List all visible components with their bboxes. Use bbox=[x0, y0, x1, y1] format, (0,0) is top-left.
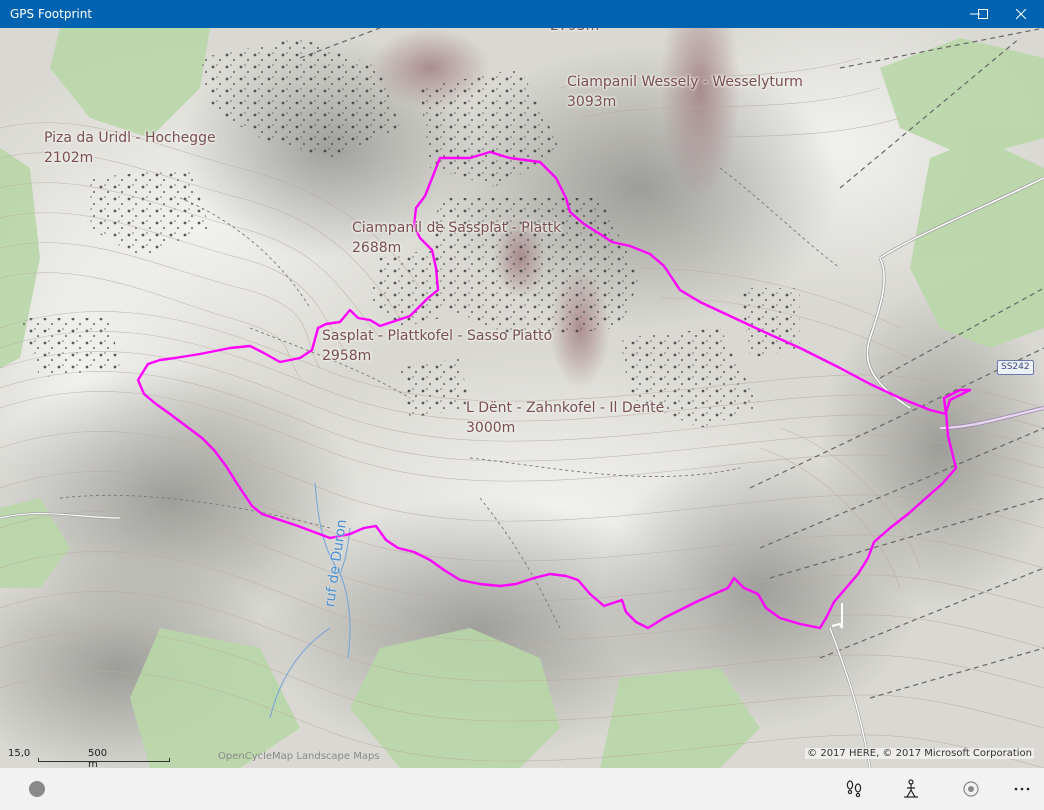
window-title: GPS Footprint bbox=[10, 7, 93, 21]
map-view[interactable]: 2793m Piza da Uridl - Hochegge 2102m Cia… bbox=[0, 28, 1044, 768]
map-label-name: Sasplat - Plattkofel - Sasso Piatto bbox=[322, 328, 553, 344]
locate-button[interactable] bbox=[953, 768, 989, 810]
more-button[interactable] bbox=[1004, 768, 1040, 810]
map-label-name: Ciampanil Wessely - Wesselyturm bbox=[567, 74, 803, 90]
hiker-button[interactable] bbox=[893, 768, 929, 810]
map-label-piza-da-uridl: Piza da Uridl - Hochegge 2102m bbox=[44, 128, 216, 168]
more-icon bbox=[1014, 787, 1030, 791]
title-bar: GPS Footprint bbox=[0, 0, 1044, 28]
hiker-icon bbox=[904, 779, 918, 798]
footprints-icon bbox=[846, 780, 862, 798]
road-shield: SS242 bbox=[997, 360, 1034, 375]
map-label-l-dent: L Dënt - Zahnkofel - Il Dente 3000m bbox=[466, 398, 664, 438]
map-label-elevation: 2958m bbox=[322, 348, 372, 364]
map-label-name: L Dënt - Zahnkofel - Il Dente bbox=[466, 400, 665, 416]
map-label-elevation: 2688m bbox=[352, 240, 402, 256]
map-label-ciampanil-sassplat: Ciampanil de Sassplat - Plattk 2688m bbox=[352, 218, 561, 258]
map-label-name: Ciampanil de Sassplat - Plattk bbox=[352, 220, 562, 236]
tile-credit: OpenCycleMap Landscape Maps bbox=[218, 751, 380, 762]
map-label-elevation: 3000m bbox=[466, 420, 516, 436]
map-label-partial: 2793m bbox=[550, 28, 599, 36]
map-copyright: © 2017 HERE, © 2017 Microsoft Corporatio… bbox=[805, 748, 1034, 759]
map-label-ciampanil-wessely: Ciampanil Wessely - Wesselyturm 3093m bbox=[567, 72, 803, 112]
target-icon bbox=[963, 781, 979, 797]
scale-line bbox=[38, 758, 170, 762]
close-button[interactable] bbox=[998, 0, 1044, 28]
map-label-elevation: 2102m bbox=[44, 150, 94, 166]
app-bar bbox=[0, 768, 1044, 810]
map-label-name: Piza da Uridl - Hochegge bbox=[44, 130, 216, 146]
zoom-level: 15,0 bbox=[8, 748, 31, 759]
record-status-icon[interactable] bbox=[29, 781, 45, 797]
map-label-elevation: 3093m bbox=[567, 94, 617, 110]
footprints-button[interactable] bbox=[836, 768, 872, 810]
map-label-sasplat: Sasplat - Plattkofel - Sasso Piatto 2958… bbox=[322, 326, 552, 366]
